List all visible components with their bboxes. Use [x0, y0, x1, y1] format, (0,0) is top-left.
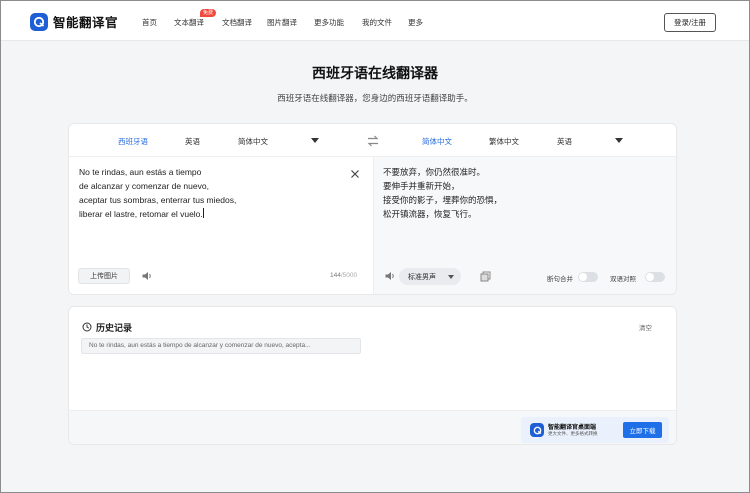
nav-home[interactable]: 首页	[142, 17, 157, 28]
promo-title: 智能翻译官桌面端	[548, 425, 597, 431]
upload-image-button[interactable]: 上传图片	[78, 268, 130, 284]
bilingual-toggle[interactable]	[645, 272, 665, 282]
logo[interactable]: 智能翻译官	[30, 12, 118, 31]
close-icon[interactable]	[350, 169, 360, 179]
source-lang-spanish[interactable]: 西班牙语	[118, 136, 148, 147]
chevron-down-icon	[448, 275, 454, 279]
source-line: liberar el lastre, retomar el vuelo.	[79, 209, 203, 219]
char-max: /5000	[340, 272, 358, 279]
target-pane: 不要放弃，你仍然很准时。 要伸手并重新开始， 接受你的影子，埋葬你的恐惧， 松开…	[373, 157, 676, 294]
target-lang-chinese[interactable]: 简体中文	[422, 136, 452, 147]
clear-history-button[interactable]: 清空	[639, 322, 652, 332]
language-bar: 西班牙语 英语 简体中文 简体中文 繁体中文 英语	[69, 124, 676, 157]
nav-my-files[interactable]: 我的文件	[362, 17, 392, 28]
nav-more[interactable]: 更多	[408, 17, 423, 28]
source-line: de alcanzar y comenzar de nuevo,	[79, 181, 209, 191]
history-item[interactable]: No te rindas, aun estás a tiempo de alca…	[81, 338, 361, 354]
source-lang-chinese[interactable]: 简体中文	[238, 136, 268, 147]
nav-text-translate[interactable]: 文本翻译	[174, 17, 204, 28]
source-line-last: liberar el lastre, retomar el vuelo.	[79, 207, 349, 221]
download-button[interactable]: 立即下载	[623, 422, 662, 438]
history-panel: 历史记录 清空 No te rindas, aun estás a tiempo…	[68, 306, 677, 445]
source-pane[interactable]: No te rindas, aun estás a tiempo de alca…	[69, 157, 373, 294]
bilingual-label: 双语对照	[610, 276, 636, 283]
source-lang-english[interactable]: 英语	[185, 136, 200, 147]
history-footer: 智能翻译官桌面端 更大文件、更多格式转换 立即下载	[69, 410, 676, 444]
source-lang-dropdown-icon[interactable]	[311, 138, 319, 143]
speaker-icon[interactable]	[141, 270, 153, 282]
target-line: 接受你的影子，埋葬你的恐惧，	[383, 195, 503, 205]
nav-image-translate[interactable]: 图片翻译	[267, 17, 297, 28]
target-lang-traditional[interactable]: 繁体中文	[489, 136, 519, 147]
login-button[interactable]: 登录/注册	[664, 13, 716, 32]
copy-icon[interactable]	[480, 271, 491, 282]
page-title: 西班牙语在线翻译器	[312, 65, 438, 81]
top-header: 智能翻译官 首页 文本翻译 免费 文档翻译 图片翻译 更多功能 我的文件 更多 …	[1, 1, 749, 41]
page-subtitle: 西班牙语在线翻译器，您身边的西班牙语翻译助手。	[277, 93, 473, 103]
target-lang-dropdown-icon[interactable]	[615, 138, 623, 143]
promo-subtitle: 更大文件、更多格式转换	[548, 431, 598, 436]
logo-text: 智能翻译官	[53, 16, 119, 30]
translator-card: 西班牙语 英语 简体中文 简体中文 繁体中文 英语 No te rindas, …	[68, 123, 677, 295]
target-lang-english[interactable]: 英语	[557, 136, 572, 147]
speaker-icon[interactable]	[384, 270, 396, 282]
history-icon	[82, 322, 92, 334]
history-header: 历史记录	[82, 321, 132, 334]
target-line: 不要放弃，你仍然很准时。	[383, 167, 486, 177]
split-merge-toggle[interactable]	[578, 272, 598, 282]
source-line: No te rindas, aun estás a tiempo	[79, 167, 202, 177]
swap-languages-icon[interactable]	[366, 134, 380, 148]
nav-doc-translate[interactable]: 文档翻译	[222, 17, 252, 28]
target-line: 松开镇流器，恢复飞行。	[383, 209, 477, 219]
source-line: aceptar tus sombras, enterrar tus miedos…	[79, 195, 237, 205]
char-counter: 144/5000	[330, 272, 357, 279]
text-cursor	[202, 208, 204, 218]
voice-select[interactable]: 标准男声	[399, 268, 461, 285]
app-logo-icon	[530, 423, 544, 437]
free-badge: 免费	[200, 9, 217, 17]
nav-more-features[interactable]: 更多功能	[314, 17, 344, 28]
target-line: 要伸手并重新开始，	[383, 181, 460, 191]
logo-icon	[30, 12, 48, 31]
translation-output: 不要放弃，你仍然很准时。 要伸手并重新开始， 接受你的影子，埋葬你的恐惧， 松开…	[383, 165, 502, 221]
source-textarea[interactable]: No te rindas, aun estás a tiempo de alca…	[79, 165, 349, 221]
voice-select-value: 标准男声	[408, 273, 436, 281]
split-merge-label: 断句合并	[547, 276, 573, 283]
char-count: 144	[330, 272, 341, 279]
desktop-promo: 智能翻译官桌面端 更大文件、更多格式转换 立即下载	[521, 417, 669, 443]
history-title: 历史记录	[96, 323, 133, 333]
